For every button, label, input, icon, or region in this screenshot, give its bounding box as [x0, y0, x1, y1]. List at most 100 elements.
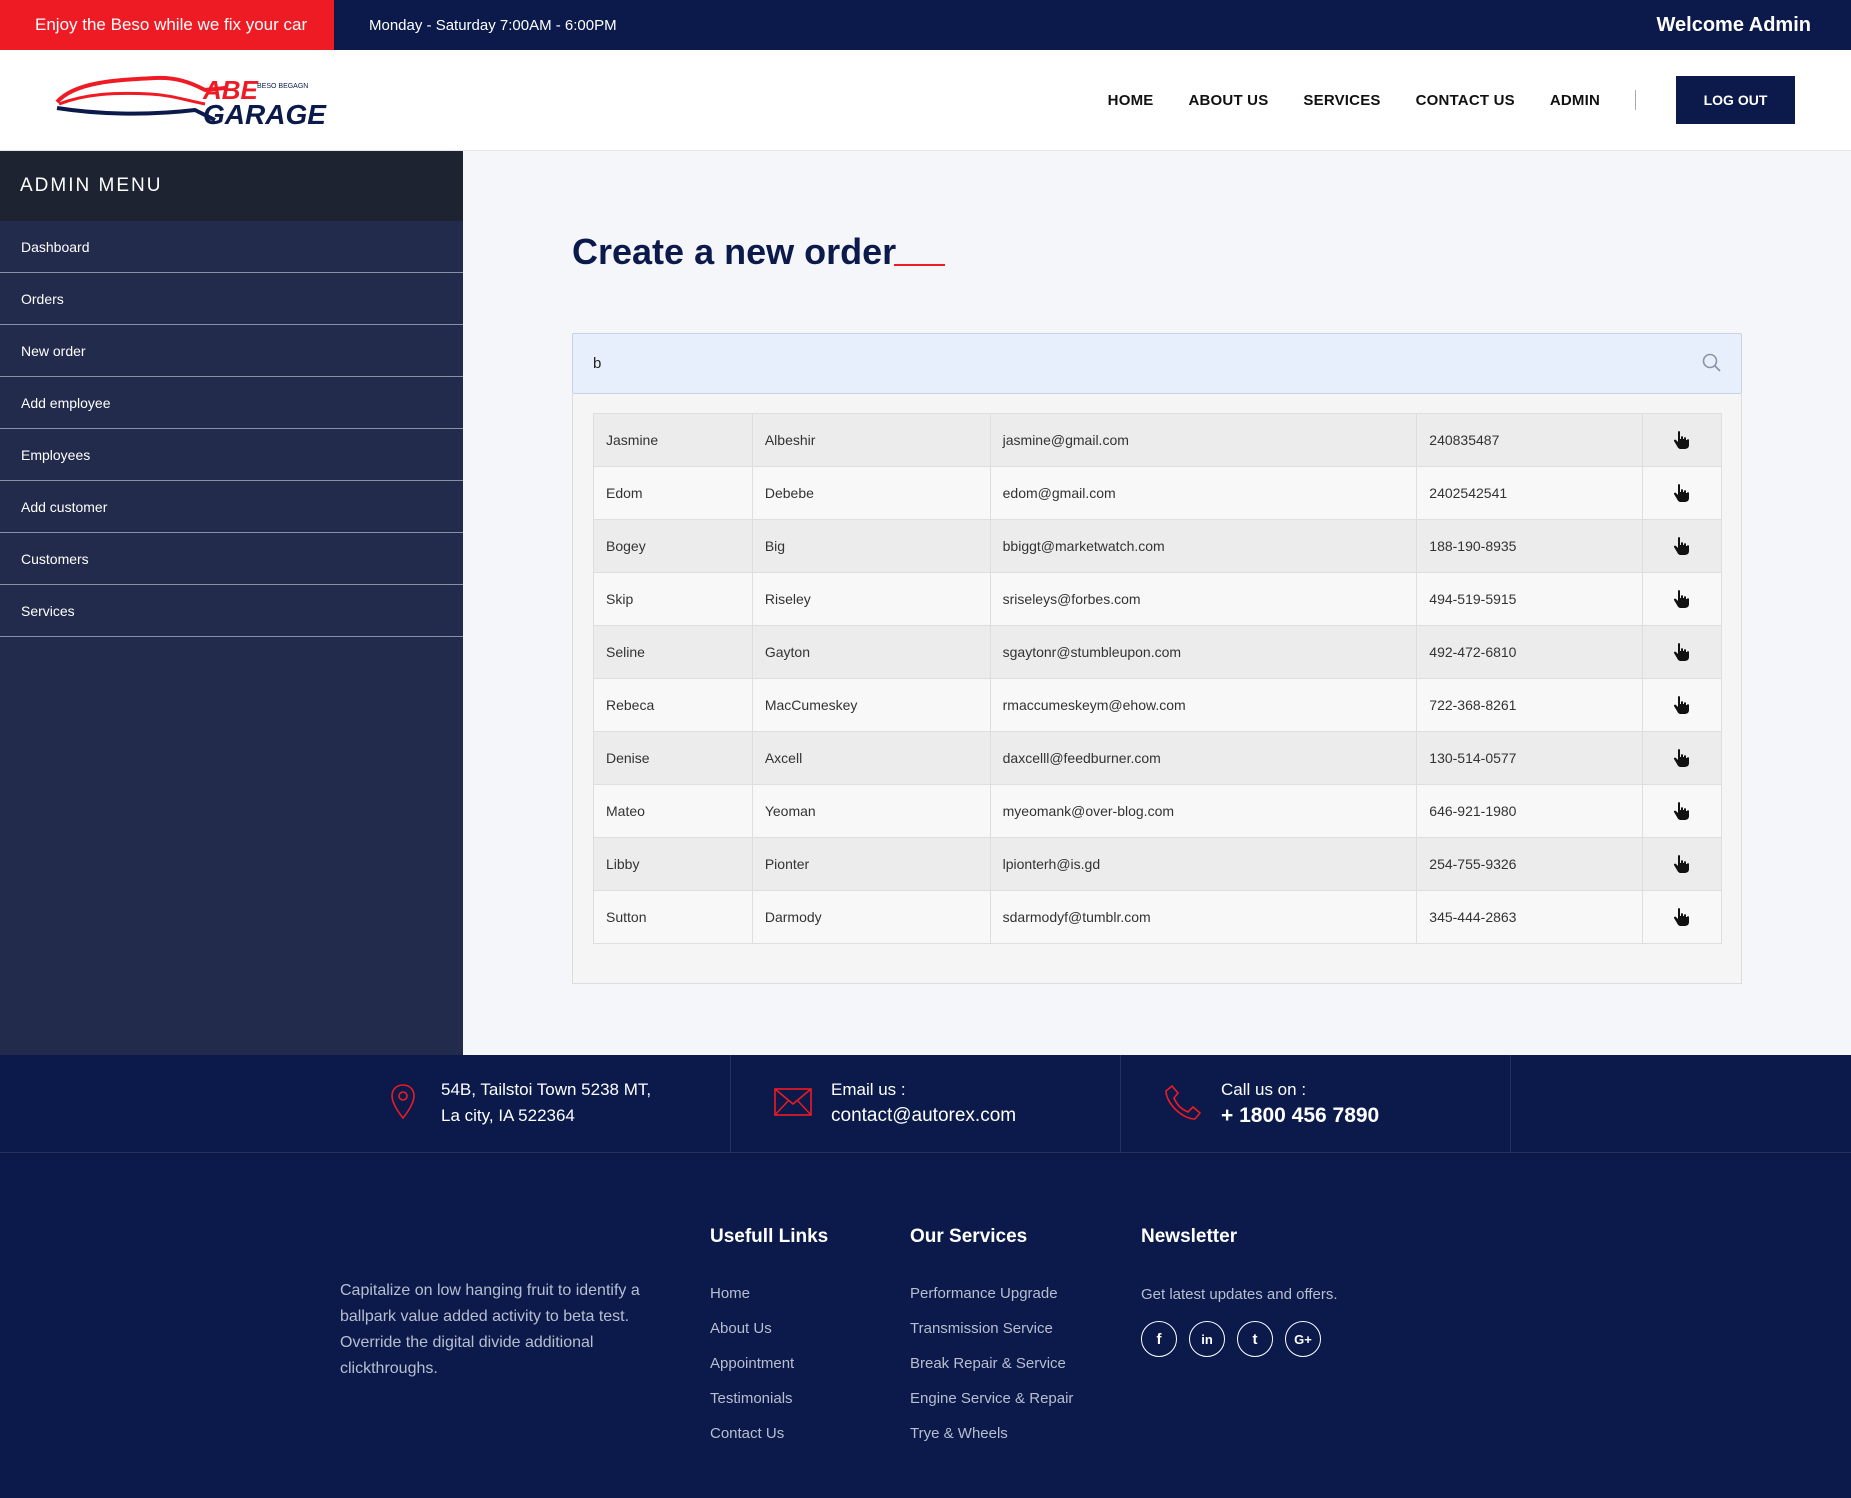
contact-strip: 54B, Tailstoi Town 5238 MT, La city, IA …	[0, 1055, 1851, 1153]
select-customer-cell	[1642, 784, 1722, 838]
newsletter-text: Get latest updates and offers.	[1141, 1286, 1338, 1303]
hand-pointer-icon[interactable]	[1673, 642, 1691, 662]
search-input[interactable]	[593, 334, 1693, 393]
footer-service-performance[interactable]: Performance Upgrade	[910, 1285, 1058, 1302]
twitter-icon[interactable]: t	[1237, 1321, 1273, 1357]
sidebar-item-new-order[interactable]: New order	[0, 325, 463, 377]
sidebar-item-add-customer[interactable]: Add customer	[0, 481, 463, 533]
sidebar-item-add-employee[interactable]: Add employee	[0, 377, 463, 429]
customer-email: myeomank@over-blog.com	[989, 784, 1418, 838]
select-customer-cell	[1642, 837, 1722, 891]
address-line-2: La city, IA 522364	[441, 1106, 575, 1125]
customer-email: sdarmodyf@tumblr.com	[989, 890, 1418, 944]
customer-email: jasmine@gmail.com	[989, 413, 1418, 467]
nav-services[interactable]: SERVICES	[1303, 92, 1380, 109]
customer-last-name: Riseley	[751, 572, 991, 626]
hand-pointer-icon[interactable]	[1673, 483, 1691, 503]
customer-last-name: Pionter	[751, 837, 991, 891]
footer-service-tyres[interactable]: Trye & Wheels	[910, 1425, 1008, 1442]
customer-first-name: Jasmine	[593, 413, 753, 467]
sidebar-item-services[interactable]: Services	[0, 585, 463, 637]
table-row[interactable]: Rebeca MacCumeskey rmaccumeskeym@ehow.com 7…	[593, 678, 1722, 732]
nav-contact-us[interactable]: CONTACT US	[1416, 92, 1515, 109]
table-row[interactable]: Sutton Darmody sdarmodyf@tumblr.com 345-444…	[593, 890, 1722, 944]
customer-first-name: Skip	[593, 572, 753, 626]
footer-link-contact-us[interactable]: Contact Us	[710, 1425, 784, 1442]
address-line-1: 54B, Tailstoi Town 5238 MT,	[441, 1080, 652, 1099]
footer-service-transmission[interactable]: Transmission Service	[910, 1320, 1053, 1337]
customer-last-name: Gayton	[751, 625, 991, 679]
email-label: Email us :	[831, 1080, 906, 1099]
sidebar-item-customers[interactable]: Customers	[0, 533, 463, 585]
select-customer-cell	[1642, 413, 1722, 467]
logout-button[interactable]: LOG OUT	[1676, 76, 1795, 124]
hand-pointer-icon[interactable]	[1673, 854, 1691, 874]
customer-last-name: Axcell	[751, 731, 991, 785]
sidebar-item-employees[interactable]: Employees	[0, 429, 463, 481]
admin-menu-title: ADMIN MENU	[0, 151, 463, 221]
hand-pointer-icon[interactable]	[1673, 430, 1691, 450]
customer-last-name: Big	[751, 519, 991, 573]
nav-about-us[interactable]: ABOUT US	[1188, 92, 1268, 109]
footer-link-appointment[interactable]: Appointment	[710, 1355, 794, 1372]
customer-first-name: Denise	[593, 731, 753, 785]
customer-email: daxcelll@feedburner.com	[989, 731, 1418, 785]
table-row[interactable]: Jasmine Albeshir jasmine@gmail.com 24083548…	[593, 413, 1722, 467]
footer-link-home[interactable]: Home	[710, 1285, 750, 1302]
hand-pointer-icon[interactable]	[1673, 907, 1691, 927]
customer-email: rmaccumeskeym@ehow.com	[989, 678, 1418, 732]
customer-last-name: Albeshir	[751, 413, 991, 467]
brand-logo[interactable]: ABE BESO BEGAGN GARAGE	[55, 74, 330, 130]
customer-first-name: Edom	[593, 466, 753, 520]
footer-service-brake[interactable]: Break Repair & Service	[910, 1355, 1066, 1372]
logo-tagline: BESO BEGAGN	[257, 83, 308, 90]
phone-number[interactable]: + 1800 456 7890	[1221, 1103, 1379, 1129]
our-services-title: Our Services	[910, 1226, 1028, 1247]
site-header: ABE BESO BEGAGN GARAGE HOME ABOUT US SER…	[0, 50, 1851, 151]
footer-about-text: Capitalize on low hanging fruit to ident…	[340, 1282, 640, 1377]
site-footer: Capitalize on low hanging fruit to ident…	[0, 1153, 1851, 1498]
search-icon[interactable]	[1701, 352, 1723, 374]
table-row[interactable]: Libby Pionter lpionterh@is.gd 254-755-9326	[593, 837, 1722, 891]
table-row[interactable]: Denise Axcell daxcelll@feedburner.com 130-5…	[593, 731, 1722, 785]
table-row[interactable]: Mateo Yeoman myeomank@over-blog.com 646-921…	[593, 784, 1722, 838]
top-bar: Enjoy the Beso while we fix your car Mon…	[0, 0, 1851, 50]
customer-phone: 492-472-6810	[1416, 625, 1644, 679]
phone-label: Call us on :	[1221, 1080, 1307, 1099]
table-row[interactable]: Bogey Big bbiggt@marketwatch.com 188-190-89…	[593, 519, 1722, 573]
nav-admin[interactable]: ADMIN	[1550, 92, 1600, 109]
hand-pointer-icon[interactable]	[1673, 536, 1691, 556]
footer-link-about-us[interactable]: About Us	[710, 1320, 772, 1337]
customer-phone: 494-519-5915	[1416, 572, 1644, 626]
customer-last-name: MacCumeskey	[751, 678, 991, 732]
customer-phone: 2402542541	[1416, 466, 1644, 520]
select-customer-cell	[1642, 519, 1722, 573]
footer-service-engine[interactable]: Engine Service & Repair	[910, 1390, 1073, 1407]
customer-first-name: Libby	[593, 837, 753, 891]
hand-pointer-icon[interactable]	[1673, 695, 1691, 715]
select-customer-cell	[1642, 731, 1722, 785]
linkedin-icon[interactable]: in	[1189, 1321, 1225, 1357]
admin-sidebar: ADMIN MENU Dashboard Orders New order Ad…	[0, 151, 463, 1055]
customer-first-name: Sutton	[593, 890, 753, 944]
hand-pointer-icon[interactable]	[1673, 801, 1691, 821]
main-nav: HOME ABOUT US SERVICES CONTACT US ADMIN …	[1108, 76, 1795, 124]
customer-email: edom@gmail.com	[989, 466, 1418, 520]
hand-pointer-icon[interactable]	[1673, 589, 1691, 609]
table-row[interactable]: Edom Debebe edom@gmail.com 2402542541	[593, 466, 1722, 520]
customer-search	[572, 333, 1742, 394]
google-plus-icon[interactable]: G+	[1285, 1321, 1321, 1357]
customer-first-name: Seline	[593, 625, 753, 679]
footer-link-testimonials[interactable]: Testimonials	[710, 1390, 793, 1407]
table-row[interactable]: Seline Gayton sgaytonr@stumbleupon.com 492-…	[593, 625, 1722, 679]
email-address[interactable]: contact@autorex.com	[831, 1103, 1016, 1129]
hand-pointer-icon[interactable]	[1673, 748, 1691, 768]
customer-email: lpionterh@is.gd	[989, 837, 1418, 891]
customer-phone: 646-921-1980	[1416, 784, 1644, 838]
facebook-icon[interactable]: f	[1141, 1321, 1177, 1357]
table-row[interactable]: Skip Riseley sriseleys@forbes.com 494-519-5…	[593, 572, 1722, 626]
nav-home[interactable]: HOME	[1108, 92, 1154, 109]
sidebar-item-dashboard[interactable]: Dashboard	[0, 221, 463, 273]
select-customer-cell	[1642, 890, 1722, 944]
sidebar-item-orders[interactable]: Orders	[0, 273, 463, 325]
